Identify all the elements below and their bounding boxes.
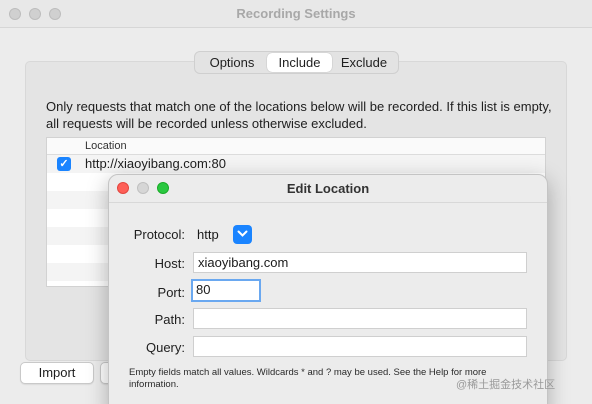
host-field[interactable]: xiaoyibang.com bbox=[193, 252, 527, 273]
recording-settings-window: Recording Settings Options Include Exclu… bbox=[0, 0, 592, 404]
protocol-dropdown-icon[interactable] bbox=[233, 225, 252, 244]
query-field[interactable] bbox=[193, 336, 527, 357]
port-label: Port: bbox=[157, 285, 185, 300]
title-bar[interactable]: Recording Settings bbox=[0, 0, 592, 28]
enabled-checkbox[interactable]: ✓ bbox=[57, 157, 71, 171]
host-label: Host: bbox=[154, 256, 185, 271]
tab-options[interactable]: Options bbox=[197, 53, 267, 72]
location-cell: http://xiaoyibang.com:80 bbox=[85, 156, 226, 171]
tab-exclude[interactable]: Exclude bbox=[332, 53, 396, 72]
location-column-header[interactable]: Location bbox=[47, 138, 545, 155]
table-row[interactable]: ✓ http://xiaoyibang.com:80 bbox=[47, 155, 545, 173]
protocol-label: Protocol: bbox=[133, 227, 185, 242]
edit-location-dialog: Edit Location Protocol: http Host: xiaoy… bbox=[108, 174, 548, 404]
path-label: Path: bbox=[154, 312, 185, 327]
tab-include[interactable]: Include bbox=[267, 53, 332, 72]
import-button[interactable]: Import bbox=[20, 362, 94, 384]
include-description: Only requests that match one of the loca… bbox=[46, 99, 552, 131]
watermark: @稀土掘金技术社区 bbox=[456, 379, 556, 391]
dialog-title: Edit Location bbox=[286, 181, 370, 196]
path-field[interactable] bbox=[193, 308, 527, 329]
query-label: Query: bbox=[145, 340, 185, 355]
dialog-divider bbox=[109, 202, 547, 203]
window-title: Recording Settings bbox=[236, 6, 356, 21]
tab-bar: Options Include Exclude bbox=[194, 51, 399, 74]
port-field[interactable]: 80 bbox=[191, 279, 261, 302]
